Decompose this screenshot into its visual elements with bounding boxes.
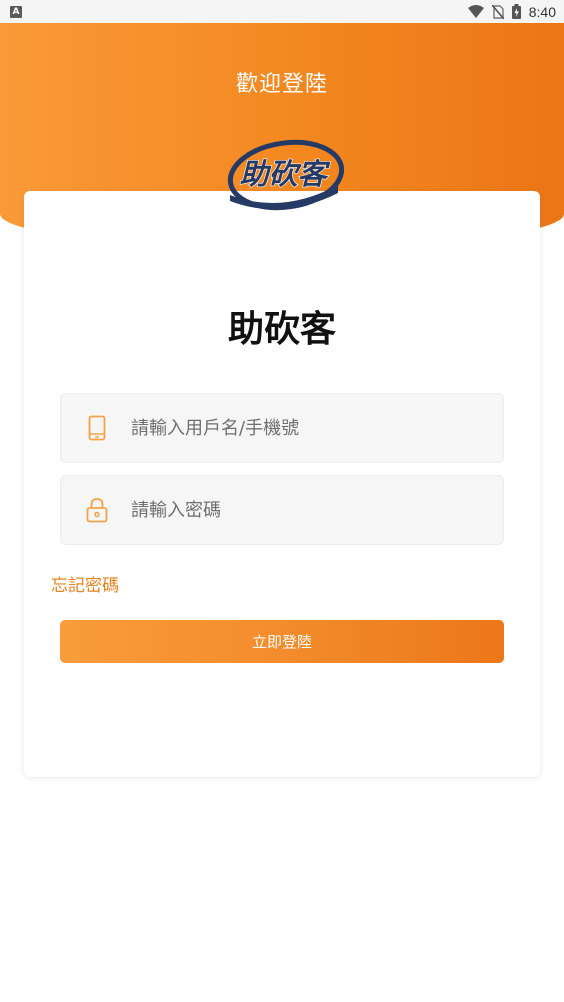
login-screen: A 8:40 歡迎登陸 助砍客 助砍客 請輸入用戶名/手機號 忘記密碼 立即登陸 <box>0 0 564 1002</box>
notification-a-icon: A <box>10 5 22 18</box>
header-title: 歡迎登陸 <box>235 72 328 97</box>
battery-icon <box>511 4 521 19</box>
logo-text: 助砍客 <box>239 157 330 191</box>
lock-icon <box>83 496 111 524</box>
app-logo: 助砍客 <box>227 139 344 211</box>
phone-icon <box>83 414 111 442</box>
forgot-password-link[interactable]: 忘記密碼 <box>51 571 119 596</box>
status-bar: A 8:40 <box>0 0 564 23</box>
status-left: A <box>10 5 22 18</box>
login-button[interactable]: 立即登陸 <box>60 620 504 663</box>
wifi-icon <box>467 4 484 18</box>
status-right: 8:40 <box>467 3 556 20</box>
password-input[interactable] <box>131 499 491 521</box>
password-field-container[interactable] <box>60 475 504 545</box>
username-input[interactable] <box>131 417 491 439</box>
app-name-heading: 助砍客 <box>227 309 336 350</box>
no-sim-icon <box>491 4 504 19</box>
status-time: 8:40 <box>528 3 556 20</box>
username-field-container[interactable] <box>60 393 504 463</box>
